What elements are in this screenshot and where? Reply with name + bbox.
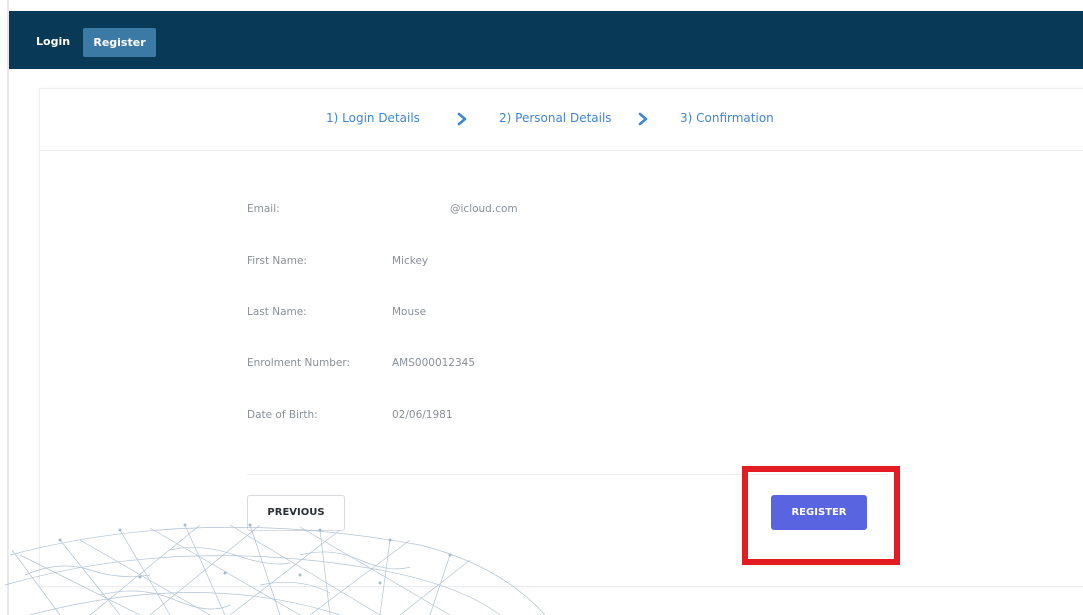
registration-page: Login Register 1) Login Details 2) Perso… <box>0 0 1083 615</box>
date-of-birth-value: 02/06/1981 <box>392 409 453 421</box>
registration-card: 1) Login Details 2) Personal Details 3) … <box>39 88 1083 587</box>
nav-login-link[interactable]: Login <box>24 28 82 56</box>
last-name-label: Last Name: <box>247 306 307 318</box>
registration-steps: 1) Login Details 2) Personal Details 3) … <box>40 89 1083 151</box>
chevron-right-icon <box>457 112 467 126</box>
top-navigation-bar: Login Register <box>9 11 1083 69</box>
step-personal-details[interactable]: 2) Personal Details <box>499 111 612 125</box>
step-login-details[interactable]: 1) Login Details <box>326 111 420 125</box>
last-name-value: Mouse <box>392 306 427 318</box>
date-of-birth-label: Date of Birth: <box>247 409 318 421</box>
email-label: Email: <box>247 203 280 215</box>
enrolment-number-label: Enrolment Number: <box>247 357 351 369</box>
enrolment-number-value: AMS000012345 <box>392 357 476 369</box>
first-name-value: Mickey <box>392 255 429 267</box>
chevron-right-icon <box>638 112 648 126</box>
step-confirmation[interactable]: 3) Confirmation <box>680 111 774 125</box>
register-button[interactable]: REGISTER <box>771 495 867 530</box>
first-name-label: First Name: <box>247 255 307 267</box>
previous-button[interactable]: PREVIOUS <box>247 495 345 531</box>
email-value: @icloud.com <box>450 203 518 215</box>
left-border <box>7 0 9 615</box>
form-divider <box>247 474 887 475</box>
nav-register-tab[interactable]: Register <box>83 28 156 57</box>
